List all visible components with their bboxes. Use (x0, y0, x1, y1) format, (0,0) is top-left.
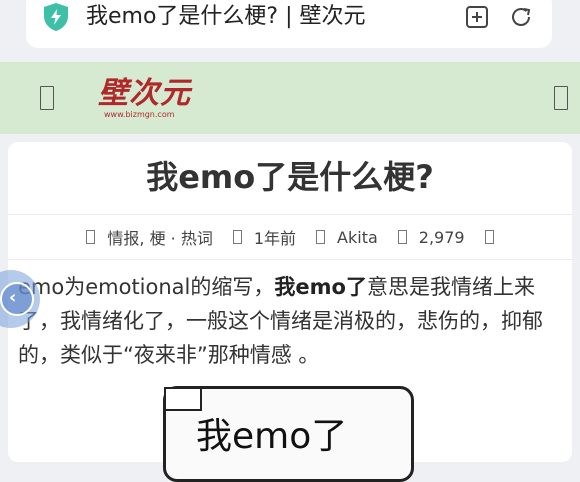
shield-bolt-icon[interactable] (42, 2, 70, 32)
para-bold: 我emo了 (274, 275, 367, 299)
search-icon[interactable] (554, 86, 568, 110)
meta-category[interactable]: 情报, 梗 · 热词 (86, 225, 213, 249)
meta-views: 2,979 (397, 227, 465, 247)
meta-author[interactable]: Akita (316, 228, 378, 247)
meta-category-text[interactable]: 情报, 梗 · 热词 (107, 225, 212, 249)
meta-views-text: 2,979 (418, 227, 465, 247)
browser-bar: 我emo了是什么梗? | 壁次元 (0, 0, 580, 62)
meta-time-text: 1年前 (253, 229, 297, 248)
meta-author-text[interactable]: Akita (337, 228, 378, 247)
reload-icon[interactable] (508, 4, 534, 30)
article-meta: 情报, 梗 · 热词 1年前 Akita 2,979 (8, 214, 572, 260)
back-icon-ring (0, 282, 34, 316)
logo-text: 壁次元 (98, 76, 191, 111)
folder-icon (86, 230, 96, 244)
back-icon: ‹ (9, 287, 17, 308)
eye-icon (397, 230, 407, 244)
logo-url: www.bizmgn.com (104, 110, 175, 119)
address-bar[interactable]: 我emo了是什么梗? | 壁次元 (26, 0, 552, 48)
article-paragraph: emo为emotional的缩写，我emo了意思是我情绪上来了，我情绪化了，一般… (18, 270, 570, 372)
article-title: 我emo了是什么梗? (146, 158, 434, 196)
menu-icon[interactable] (40, 86, 54, 110)
comment-icon[interactable] (484, 230, 494, 244)
site-header: 壁次元 www.bizmgn.com (0, 62, 580, 134)
clock-icon (232, 230, 242, 244)
add-tab-icon[interactable] (464, 4, 490, 30)
article-image[interactable]: 我emo了 (163, 386, 414, 482)
image-caption: 我emo了 (196, 416, 348, 457)
url-title[interactable]: 我emo了是什么梗? | 壁次元 (86, 1, 366, 33)
para-pre: emo为emotional的缩写， (18, 275, 275, 299)
site-logo[interactable]: 壁次元 www.bizmgn.com (98, 76, 191, 124)
meta-time: 1年前 (232, 225, 297, 249)
user-icon (316, 230, 326, 244)
image-tab-decoration (164, 387, 202, 411)
